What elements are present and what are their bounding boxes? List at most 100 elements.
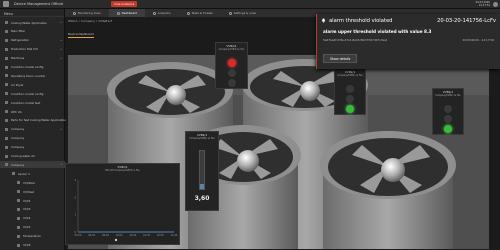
chart-widget[interactable]: VVB2/1 PPV AM Company/VVB/1 Lo Fan 32100… xyxy=(65,163,180,245)
app-window: Device Management Official One instance … xyxy=(0,0,500,250)
sidebar-item[interactable]: Machines ▸ xyxy=(0,55,65,62)
sidebar-item[interactable]: VVI/test xyxy=(0,188,65,195)
sidebar-item-label: Production Hall VVI xyxy=(11,47,38,52)
tab-device-dashboard[interactable]: Device Dashboard xyxy=(68,32,94,38)
notification-body: alarm upper threshold violated with valu… xyxy=(317,29,500,42)
folder-icon xyxy=(5,38,8,42)
yellow-light xyxy=(444,115,452,123)
breadcrumb[interactable]: IPO/LC / Company / VVI&B1/3 xyxy=(68,19,112,23)
folder-icon xyxy=(17,190,20,194)
sidebar-item[interactable]: VVI/Pack xyxy=(0,179,65,186)
folder-icon xyxy=(17,199,20,202)
sidebar-item-label: Air Dryer xyxy=(11,82,24,87)
sidebar-item[interactable]: Cooling water Air xyxy=(0,153,65,160)
sidebar-item[interactable]: VVI/4 xyxy=(0,215,65,222)
sidebar-item-label: Condition model test xyxy=(11,100,41,105)
status-widget-3[interactable]: VVB2/1 Company/VVB1/ Lo Fan xyxy=(432,88,464,135)
widget-subtitle: Company/VVB1/ Lo Fan xyxy=(337,74,363,77)
tab-icon xyxy=(228,11,232,15)
sidebar-item-label: sensor 1 xyxy=(18,171,30,176)
sidebar-item[interactable]: VVI/3 xyxy=(0,206,65,213)
sidebar-item[interactable]: Condition model config xyxy=(0,64,65,71)
sidebar-item-label: VVI/Pack xyxy=(23,180,36,185)
red-light xyxy=(346,85,354,93)
tab-label: Tasks & Tickets xyxy=(191,11,213,15)
status-widget-1[interactable]: VVB2/1 Company/VVB1/ Lo Fan xyxy=(215,42,248,89)
expand-caret-icon[interactable]: ▸ xyxy=(61,57,62,60)
red-light xyxy=(227,59,236,67)
sidebar-item-label: Company xyxy=(11,127,25,132)
folder-icon xyxy=(17,181,20,185)
alarm-notification[interactable]: alarm threshold violated 20-03-20-141756… xyxy=(316,14,500,69)
status-widget-2[interactable]: VVB2/1 Company/VVB1/ Lo Fan xyxy=(334,68,366,115)
green-light xyxy=(444,125,452,133)
folder-icon xyxy=(5,145,8,149)
notification-message: alarm upper threshold violated with valu… xyxy=(323,29,432,34)
tab-dashboard[interactable]: Dashboard xyxy=(108,9,145,17)
bell-icon xyxy=(321,18,326,23)
chart-subtitle: PPV AM Company/VVB/1 Lo Fan xyxy=(105,169,140,172)
sidebar-item[interactable]: VVI/2 xyxy=(0,197,65,204)
sidebar-item[interactable]: VVI/5 xyxy=(0,224,65,231)
sidebar-item-label: VVI/test xyxy=(23,189,34,194)
sidebar-item[interactable]: Operating hours counter xyxy=(0,72,65,79)
expand-caret-icon[interactable]: ▸ xyxy=(61,21,62,24)
sidebar-item[interactable]: Company xyxy=(0,135,65,142)
folder-icon xyxy=(12,172,15,176)
gauge-widget[interactable]: VVB2/1 Company/VVB1/ Lo Fan 3,60 xyxy=(185,131,219,211)
show-details-button[interactable]: Show details xyxy=(323,54,358,63)
widget-subtitle: Company/VVB1/ Lo Fan xyxy=(189,137,215,140)
expand-caret-icon[interactable]: ▸ xyxy=(61,39,62,42)
time-text: 12:17:51 xyxy=(478,4,490,7)
folder-icon xyxy=(5,56,8,60)
avatar[interactable] xyxy=(493,1,498,7)
sidebar-header: Menu xyxy=(0,9,64,17)
sidebar-item[interactable]: Condition model config xyxy=(0,90,65,97)
sidebar-item[interactable]: sensor 1 xyxy=(0,170,65,177)
sidebar-item[interactable]: Parts for Test Cooling Water Application xyxy=(0,117,66,124)
sidebar-item-label: Company xyxy=(11,145,25,150)
sidebar-item[interactable]: Production Hall VVI ▸ xyxy=(0,46,65,53)
expand-caret-icon[interactable]: ▸ xyxy=(61,128,62,131)
expand-caret-icon[interactable]: ▸ xyxy=(61,48,62,51)
x-tick-label: 10:50 xyxy=(157,234,164,237)
tab-tasks-tickets[interactable]: Tasks & Tickets xyxy=(179,9,221,17)
tab-label: Monitoring tools xyxy=(78,11,101,15)
folder-icon xyxy=(5,74,8,78)
tab-label: Dashboard xyxy=(121,11,137,15)
folder-icon xyxy=(5,163,8,167)
sidebar-item[interactable]: Main filter xyxy=(0,28,65,35)
sidebar-item[interactable]: OPC UA xyxy=(0,108,65,115)
folder-icon xyxy=(17,207,20,211)
notification-title: alarm threshold violated xyxy=(329,17,393,24)
sidebar-item[interactable]: Air Dryer xyxy=(0,81,65,88)
expand-caret-icon[interactable]: ▾ xyxy=(61,163,62,166)
gauge-value: 3,60 xyxy=(194,195,210,202)
tab-icon xyxy=(186,11,190,15)
gauge-bar xyxy=(199,150,205,190)
sidebar-item[interactable]: Company ▸ xyxy=(0,126,65,133)
sidebar-item[interactable]: Condition model test xyxy=(0,99,65,106)
sidebar-item[interactable]: VVI/6 xyxy=(0,242,65,249)
instance-button[interactable]: One instance xyxy=(111,1,138,7)
logo-icon xyxy=(3,1,9,7)
tab-monitoring-tools[interactable]: Monitoring tools xyxy=(65,9,109,17)
folder-icon xyxy=(5,47,8,51)
sidebar-item[interactable]: Company ▾ xyxy=(0,161,65,169)
x-tick-label: 10:05 xyxy=(116,234,123,237)
tab-label: Settings & rules xyxy=(233,11,256,15)
folder-icon xyxy=(17,225,20,229)
sidebar-item-label: Refrigeration xyxy=(11,38,30,43)
sidebar-item[interactable]: Cooling Water Application ▸ xyxy=(0,19,65,26)
sidebar-item[interactable]: Company xyxy=(0,144,65,151)
green-light xyxy=(346,105,354,113)
sidebar-item[interactable]: Temperature xyxy=(0,233,65,240)
sidebar-item[interactable]: Refrigeration ▸ xyxy=(0,37,65,44)
tab-settings-rules[interactable]: Settings & rules xyxy=(221,9,264,17)
tab-analytics[interactable]: Analytics xyxy=(145,9,179,17)
x-tick-label: 10:35 xyxy=(143,234,150,237)
notification-source: 5e67be4f-43fe-47cd-8a33-f9b33767d07c/tes… xyxy=(323,38,388,42)
notification-header: alarm threshold violated 20-03-20-141756… xyxy=(317,14,500,27)
widget-subtitle: Company/VVB1/ Lo Fan xyxy=(435,94,461,97)
widget-subtitle: Company/VVB1/ Lo Fan xyxy=(218,48,245,51)
